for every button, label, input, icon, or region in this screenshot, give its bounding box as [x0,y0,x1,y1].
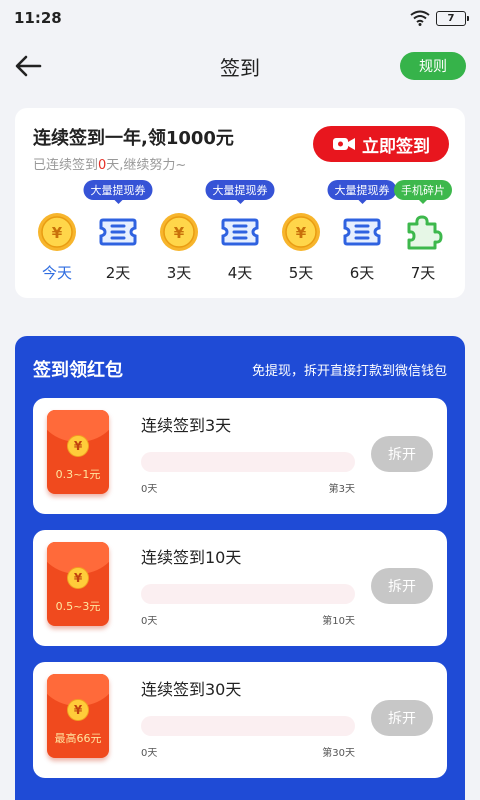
yuan-coin-icon: ¥ [281,212,321,252]
checkin-day-6: 大量提现券 6天 [327,180,397,290]
checkin-progress-text: 已连续签到0天,继续努力~ [33,154,186,173]
open-redpacket-button[interactable]: 拆开 [371,700,433,736]
checkin-sub-prefix: 已连续签到 [33,158,99,173]
yuan-coin-icon: ¥ [159,212,199,252]
day-label: 3天 [166,264,192,282]
day-label: 今天 [41,264,72,282]
redpacket-progress-bar [141,584,355,604]
day-label: 2天 [105,264,131,282]
svg-text:¥: ¥ [174,224,185,242]
day-label: 6天 [349,264,375,282]
redpacket-card: ¥0.5~3元 连续签到10天 0天 第10天 拆开 [33,530,447,646]
checkin-now-label: 立即签到 [362,136,430,157]
page-title: 签到 [220,55,260,80]
status-icons: 7 [410,10,469,26]
back-arrow-icon[interactable] [12,50,44,82]
open-redpacket-button[interactable]: 拆开 [371,568,433,604]
checkin-day-1: ¥ 今天 [27,180,87,290]
checkin-card: 连续签到一年,领1000元 已连续签到0天,继续努力~ 立即签到 ¥ 今天 大量提现… [15,108,465,298]
day-label: 4天 [227,264,253,282]
rules-button[interactable]: 规则 [400,52,466,80]
day-reward-badge: 大量提现券 [83,180,153,204]
day-label: 7天 [410,264,436,282]
day-reward-badge: 大量提现券 [327,180,397,204]
video-camera-icon [333,138,355,150]
red-envelope-icon: ¥0.5~3元 [47,542,109,626]
battery-icon: 7 [436,10,469,26]
ticket-icon [342,212,382,252]
svg-text:¥: ¥ [296,224,307,242]
redpacket-amount: 0.5~3元 [55,600,101,613]
progress-end-label: 第30天 [322,748,355,759]
redpacket-name: 连续签到30天 [141,680,242,699]
red-envelope-icon: ¥0.3~1元 [47,410,109,494]
progress-start-label: 0天 [141,484,158,495]
progress-end-label: 第3天 [328,484,355,495]
checkin-day-4: 大量提现券 4天 [205,180,275,290]
header: 签到 规则 [0,36,480,96]
yuan-coin-icon: ¥ [37,212,77,252]
ticket-icon [220,212,260,252]
redpacket-amount: 最高66元 [54,732,102,745]
redpacket-progress-bar [141,452,355,472]
redpacket-name: 连续签到10天 [141,548,242,567]
redpacket-name: 连续签到3天 [141,416,232,435]
checkin-day-3: ¥3天 [149,180,209,290]
redpacket-card: ¥ 最高66元 连续签到30天 0天 第30天 拆开 [33,662,447,778]
day-reward-badge: 手机碎片 [394,180,452,204]
progress-end-label: 第10天 [322,616,355,627]
yuan-seal-icon: ¥ [67,435,89,457]
status-time: 11:28 [14,9,62,27]
puzzle-icon [403,212,443,252]
yuan-seal-icon: ¥ [67,699,89,721]
checkin-now-button[interactable]: 立即签到 [313,126,449,162]
checkin-day-7: 手机碎片 7天 [393,180,453,290]
day-reward-badge: 大量提现券 [205,180,275,204]
checkin-title: 连续签到一年,领1000元 [33,128,234,149]
open-redpacket-button[interactable]: 拆开 [371,436,433,472]
redpacket-card: ¥0.3~1元 连续签到3天 0天 第3天 拆开 [33,398,447,514]
svg-text:¥: ¥ [52,224,63,242]
checkin-sub-suffix: 天,继续努力~ [106,158,187,173]
status-bar: 11:28 7 [0,0,480,36]
red-envelope-icon: ¥ 最高66元 [47,674,109,758]
redpacket-progress-bar [141,716,355,736]
progress-start-label: 0天 [141,748,158,759]
wifi-icon [410,10,430,26]
redpacket-title: 签到领红包 [33,360,123,381]
yuan-seal-icon: ¥ [67,567,89,589]
ticket-icon [98,212,138,252]
day-label: 5天 [288,264,314,282]
progress-start-label: 0天 [141,616,158,627]
checkin-day-2: 大量提现券 2天 [83,180,153,290]
checkin-day-5: ¥5天 [271,180,331,290]
redpacket-amount: 0.3~1元 [55,468,101,481]
battery-level: 7 [447,12,455,24]
redpacket-panel: 签到领红包 免提现，拆开直接打款到微信钱包 ¥0.3~1元 连续签到3天 0天 第3天… [15,336,465,800]
redpacket-subtitle: 免提现，拆开直接打款到微信钱包 [251,364,447,379]
